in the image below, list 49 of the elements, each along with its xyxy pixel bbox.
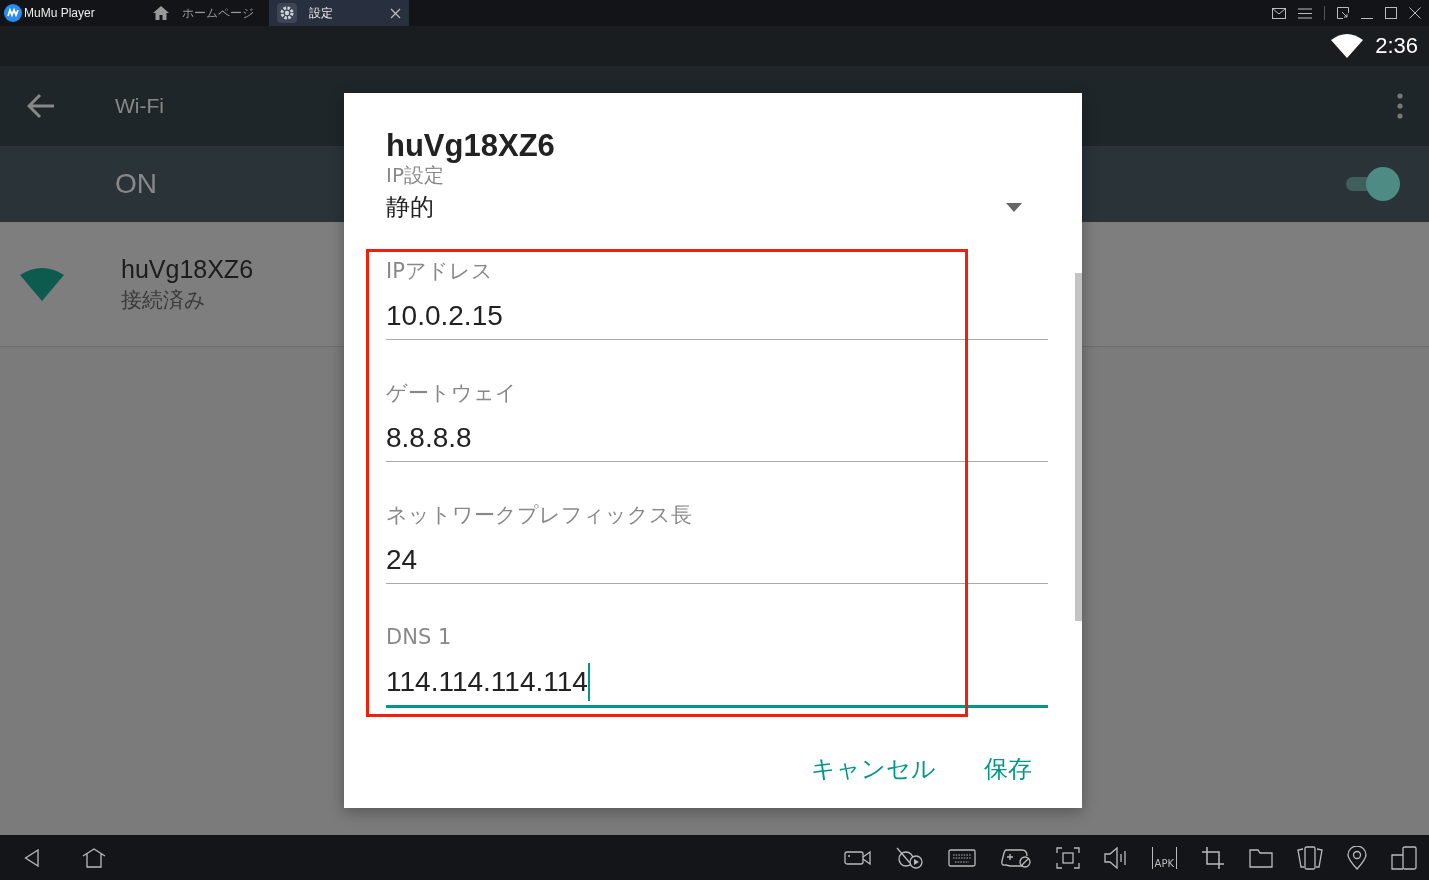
input-field[interactable]: 24 <box>386 537 1048 584</box>
ip-settings-dropdown[interactable]: 静的 <box>386 187 1048 227</box>
menu-icon[interactable] <box>1298 7 1312 19</box>
field-label: DNS 1 <box>386 625 452 649</box>
location-pin-icon[interactable] <box>1347 845 1367 870</box>
dialog-button[interactable]: 保存 <box>984 749 1032 789</box>
dialog-title: huVg18XZ6 <box>386 129 555 163</box>
wifi-icon <box>1331 34 1364 58</box>
crop-icon[interactable] <box>1201 845 1225 870</box>
network-status: 接続済み <box>121 286 207 314</box>
mail-icon[interactable] <box>1272 7 1286 19</box>
logo-icon <box>4 4 22 22</box>
dropdown-caret-icon <box>1006 202 1022 212</box>
back-icon[interactable] <box>24 848 40 867</box>
volume-icon[interactable] <box>1103 846 1128 869</box>
maximize-icon[interactable] <box>1385 7 1397 19</box>
field-label: IPアドレス <box>386 259 493 283</box>
multi-window-icon[interactable] <box>1391 845 1417 870</box>
resize-icon[interactable] <box>1337 7 1349 19</box>
phone-rotate-icon[interactable] <box>1297 845 1323 870</box>
app-name: MuMu Player <box>24 6 95 20</box>
emulator-tab[interactable]: ホームページ <box>144 0 269 26</box>
emulator-tab[interactable]: 設定 <box>269 0 409 26</box>
field-label: ネットワークプレフィックス長 <box>386 503 692 527</box>
home-icon <box>152 5 170 21</box>
screen-title: Wi-Fi <box>115 94 164 118</box>
keyboard-icon[interactable] <box>947 848 976 867</box>
back-arrow-icon[interactable] <box>27 93 55 119</box>
more-options-icon[interactable] <box>1397 93 1403 119</box>
record-play-icon[interactable] <box>895 846 924 869</box>
clock: 2:36 <box>1375 33 1418 59</box>
scrollbar[interactable] <box>1075 273 1082 621</box>
input-field[interactable]: 8.8.8.8 <box>386 415 1048 462</box>
gamepad-icon[interactable] <box>999 847 1032 868</box>
field-label: ゲートウェイ <box>386 381 517 405</box>
close-icon[interactable] <box>1409 7 1421 19</box>
switch-label: ON <box>115 168 157 200</box>
close-icon[interactable] <box>390 7 401 19</box>
settings-icon <box>277 3 297 23</box>
wifi-toggle[interactable] <box>1344 167 1400 201</box>
input-field[interactable]: 10.0.2.15 <box>386 293 1048 340</box>
folder-icon[interactable] <box>1249 847 1273 868</box>
home-icon[interactable] <box>82 847 106 868</box>
input-field[interactable]: 114.114.114.114 <box>386 659 1048 708</box>
dialog-button[interactable]: キャンセル <box>811 749 936 789</box>
ip-settings-label: IP設定 <box>386 163 444 187</box>
network-name[interactable]: huVg18XZ6 <box>121 254 254 284</box>
wifi-signal-icon <box>20 267 64 301</box>
screenshot-icon[interactable] <box>1055 846 1080 869</box>
